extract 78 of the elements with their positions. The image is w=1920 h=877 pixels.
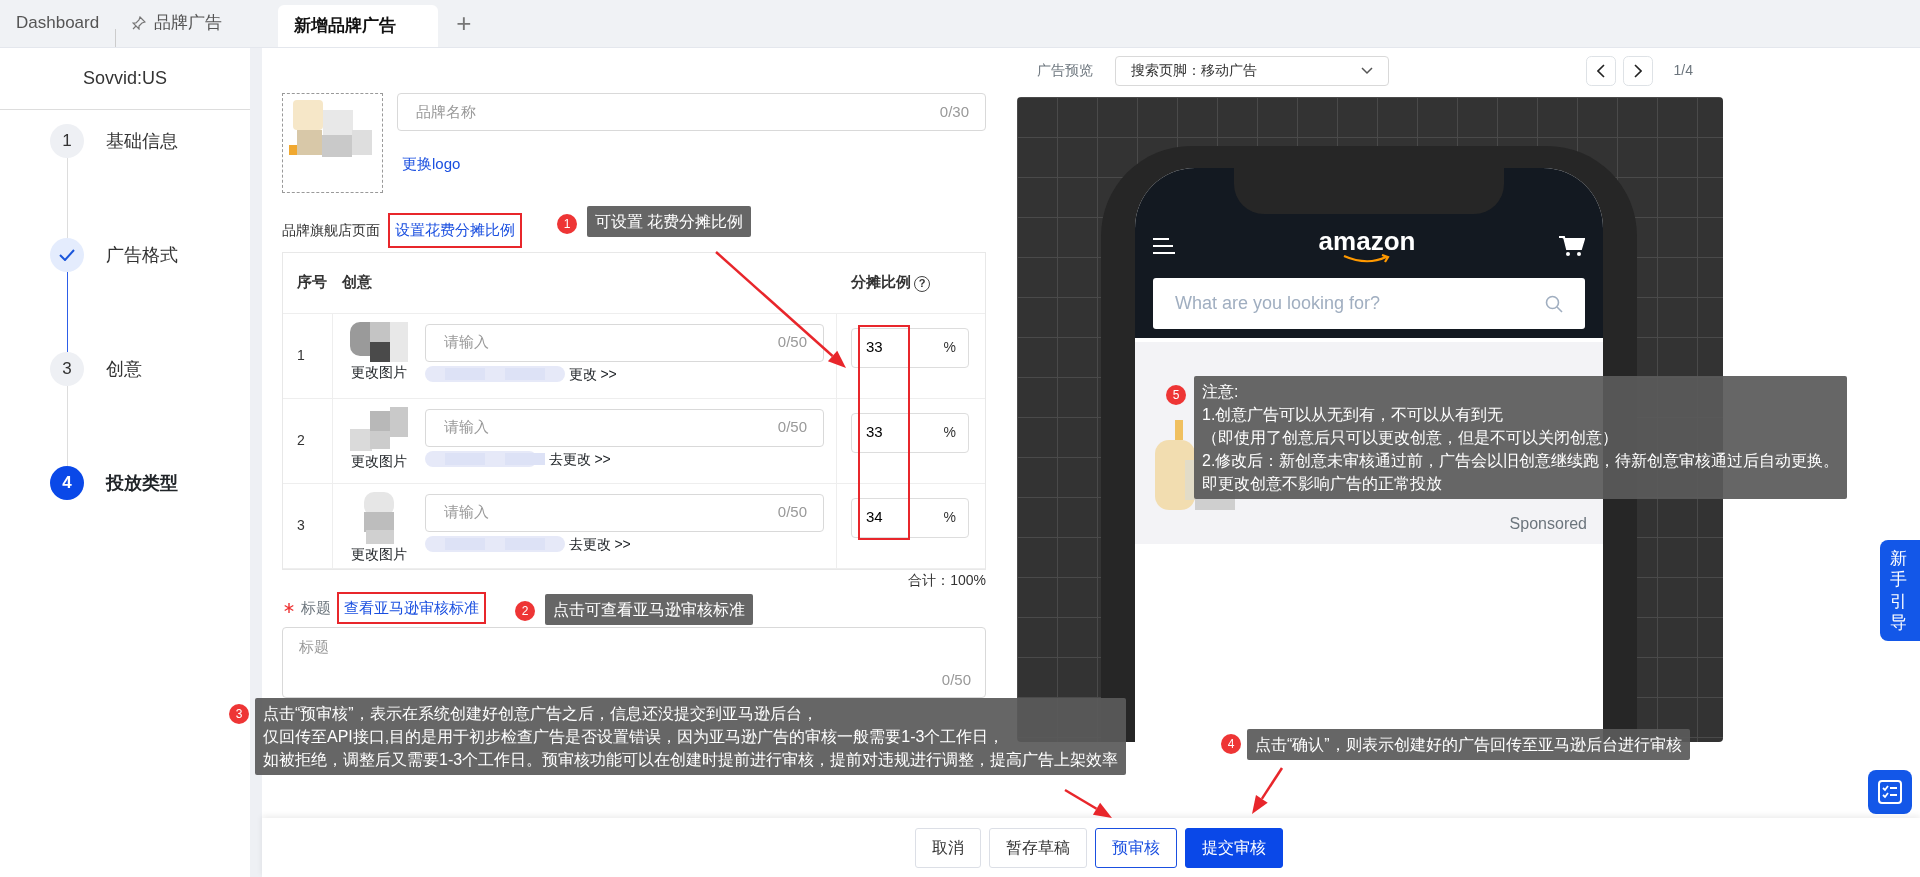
callout-note: 点击“确认”，则表示创建好的广告回传至亚马逊后台进行审核 [1247, 729, 1690, 760]
text-input[interactable]: 请输入 [442, 330, 778, 355]
link[interactable]: 更改 >> [568, 363, 617, 385]
page-indicator: 1/4 [1673, 61, 1693, 80]
menu-icon [1153, 238, 1175, 254]
button[interactable]: 预审核 [1095, 827, 1177, 868]
char-counter: 0/50 [777, 332, 807, 353]
number-badge: 4 [1221, 734, 1241, 754]
logo-text: amazon [1318, 228, 1416, 254]
checklist-button[interactable] [1868, 770, 1912, 814]
arrow [1064, 788, 1112, 818]
tab[interactable]: Dashboard [0, 0, 116, 47]
total-label: 合计：100% [908, 571, 986, 588]
step-number: 3 [50, 352, 84, 386]
char-counter: 0/30 [939, 101, 969, 122]
search-icon [1545, 294, 1563, 313]
cart-icon [1559, 235, 1585, 257]
text-input[interactable]: 请输入 [442, 500, 778, 525]
table-cell-text: 2 [297, 431, 305, 450]
field-label: 标题 [301, 597, 331, 618]
column-header: 分摊比例 [851, 273, 911, 291]
field-label: 品牌旗舰店页面 [282, 220, 380, 240]
number-badge: 3 [229, 704, 249, 724]
link[interactable]: 去更改 >> [568, 533, 631, 555]
chevron-right-icon [1633, 63, 1642, 78]
chevron-down-icon [1361, 66, 1373, 75]
callout-note: 注意: 1.创意广告可以从无到有，不可以从有到无 （即使用了创意后只可以更改创意，但是不可以关闭创意） 2.修改后：新创意未审核通过前，广告会以旧创意继续跑，待新创意审核通过后自动更换。 即更改创意不影响广告的正常投放 [1194, 376, 1848, 499]
number-badge: 2 [515, 601, 535, 621]
unit-label: % [943, 508, 956, 527]
step-number: 4 [50, 466, 84, 500]
step-label[interactable]: 创意 [106, 355, 142, 383]
callout-note: 点击可查看亚马逊审核标准 [545, 594, 753, 625]
table-cell-text: 1 [297, 346, 305, 365]
text-input[interactable]: 标题 [297, 634, 971, 669]
ratio-field[interactable]: 34 % [851, 497, 969, 538]
button[interactable]: 提交审核 [1185, 827, 1283, 868]
char-counter: 0/50 [941, 670, 971, 688]
link[interactable]: 设置花费分摊比例 [395, 219, 515, 242]
callout-note: 可设置 花费分摊比例 [587, 206, 752, 237]
change-image-link[interactable]: 更改图片 [351, 543, 407, 565]
link[interactable]: 更换logo [402, 153, 461, 176]
tab[interactable]: 品牌广告 [116, 0, 239, 47]
callout-note: 点击“预审核”，表示在系统创建好创意广告之后，信息还没提交到亚马逊后台， 仅回传至API接口,目的是用于初步检查广告是否设置错误，因为亚马逊广告的审核一般需要1-3个工作日， 如被拒绝，调整后又需要1-3个工作日。预审核功能可以在创建时提前进行审核，提前对违规进行调整，提高广告上架效率 [255, 698, 1127, 775]
change-image-link[interactable]: 更改图片 [351, 361, 407, 383]
step-label[interactable]: 基础信息 [106, 127, 178, 155]
chevron-left-icon [1596, 63, 1605, 78]
column-header: 创意 [342, 273, 372, 291]
unit-label: % [943, 423, 956, 442]
arrow [1252, 767, 1284, 814]
add-tab-button[interactable]: + [438, 0, 490, 47]
checklist-icon [1878, 780, 1902, 804]
button[interactable]: 取消 [915, 827, 981, 868]
next-button[interactable] [1622, 55, 1653, 86]
link[interactable]: 去更改 >> [548, 448, 611, 470]
column-header: 序号 [297, 273, 327, 291]
link[interactable]: 查看亚马逊审核标准 [344, 596, 479, 619]
step-label[interactable]: 投放类型 [106, 469, 178, 497]
ratio-field[interactable]: 33 % [851, 327, 969, 368]
unit-label: % [943, 338, 956, 357]
button[interactable]: 暂存草稿 [989, 827, 1087, 868]
text-input[interactable]: 品牌名称 [414, 99, 940, 125]
previous-button[interactable] [1585, 55, 1616, 86]
sponsored-label: Sponsored [1509, 514, 1587, 534]
change-image-link[interactable]: 更改图片 [351, 450, 407, 472]
number-badge: 1 [557, 214, 577, 234]
tab[interactable]: 新增品牌广告 [278, 5, 439, 47]
field-label: 广告预览 [1037, 61, 1093, 80]
dropdown[interactable]: 搜索页脚：移动广告 [1115, 55, 1389, 86]
ratio-field[interactable]: 33 % [851, 412, 969, 453]
check-icon [59, 249, 75, 261]
table-cell-text: 3 [297, 516, 305, 535]
guide-tab[interactable]: 新手引导 [1880, 540, 1920, 641]
smile-icon [1342, 254, 1392, 264]
char-counter: 0/50 [777, 417, 807, 438]
step-label[interactable]: 广告格式 [106, 241, 178, 269]
char-counter: 0/50 [777, 502, 807, 523]
step-number: 1 [50, 124, 84, 158]
text-input[interactable]: 请输入 [442, 415, 778, 440]
